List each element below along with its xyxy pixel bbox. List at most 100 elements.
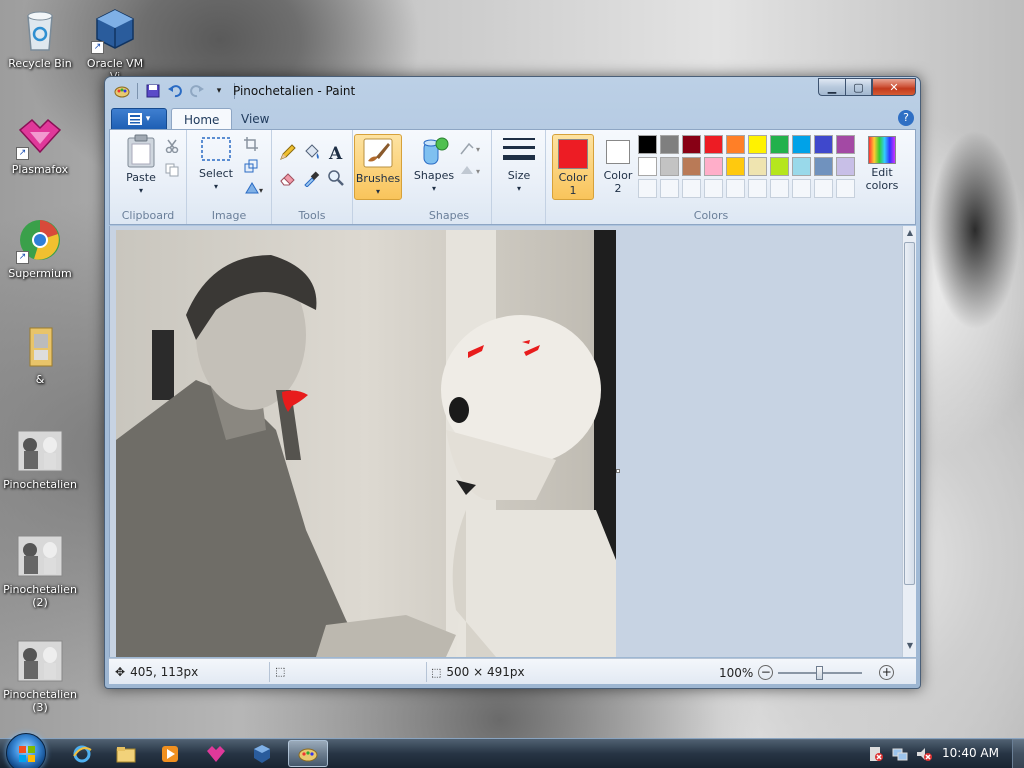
color-picker-icon[interactable] xyxy=(302,168,322,188)
customize-toolbar-icon[interactable]: ▾ xyxy=(210,82,228,100)
palette-swatch[interactable] xyxy=(814,135,833,154)
palette-swatch[interactable] xyxy=(792,135,811,154)
palette-swatch[interactable] xyxy=(748,157,767,176)
palette-swatch[interactable] xyxy=(814,157,833,176)
desktop-icon-virtualbox[interactable]: ↗ Oracle VM Vi xyxy=(75,6,155,83)
palette-swatch[interactable] xyxy=(792,157,811,176)
palette-swatch-custom[interactable] xyxy=(814,179,833,198)
palette-swatch[interactable] xyxy=(836,157,855,176)
palette-swatch-custom[interactable] xyxy=(660,179,679,198)
palette-swatch[interactable] xyxy=(638,157,657,176)
taskbar-clock[interactable]: 10:40 AM xyxy=(942,746,999,760)
palette-swatch[interactable] xyxy=(770,157,789,176)
desktop-icon-folder[interactable]: & xyxy=(0,322,80,386)
palette-swatch[interactable] xyxy=(770,135,789,154)
text-icon[interactable]: A xyxy=(326,142,346,162)
pencil-icon[interactable] xyxy=(278,142,298,162)
magnifier-icon[interactable] xyxy=(326,168,346,188)
redo-icon[interactable] xyxy=(188,82,206,100)
paint-menu-button[interactable]: ▾ xyxy=(111,108,167,130)
save-icon[interactable] xyxy=(144,82,162,100)
status-bar: ✥ 405, 113px ⬚ ⬚ 500 × 491px 100% − + xyxy=(109,658,916,684)
palette-swatch[interactable] xyxy=(660,157,679,176)
taskbar-explorer[interactable] xyxy=(106,740,146,767)
palette-swatch-custom[interactable] xyxy=(726,179,745,198)
edit-colors-button[interactable]: Edit colors xyxy=(862,134,902,200)
color1-button[interactable]: Color 1 xyxy=(552,134,594,200)
media-player-icon xyxy=(162,745,178,762)
maximize-button[interactable]: ▢ xyxy=(845,78,872,96)
desktop-icon-image-file[interactable]: Pinochetalien (2) xyxy=(0,532,80,609)
select-button[interactable]: Select ▾ xyxy=(195,134,237,200)
taskbar-virtualbox[interactable] xyxy=(242,740,282,767)
undo-icon[interactable] xyxy=(166,82,184,100)
scroll-up-icon[interactable]: ▲ xyxy=(903,228,917,242)
palette-swatch-custom[interactable] xyxy=(638,179,657,198)
palette-swatch[interactable] xyxy=(660,135,679,154)
desktop-icon-image-file[interactable]: Pinochetalien (3) xyxy=(0,637,80,714)
palette-swatch[interactable] xyxy=(682,135,701,154)
zoom-slider[interactable] xyxy=(778,665,863,680)
outline-icon[interactable]: ▾ xyxy=(457,138,487,158)
minimize-button[interactable]: ▁ xyxy=(818,78,845,96)
network-icon[interactable] xyxy=(892,746,908,762)
palette-swatch[interactable] xyxy=(638,135,657,154)
help-icon[interactable]: ? xyxy=(898,110,914,126)
desktop-icon-recycle-bin[interactable]: Recycle Bin xyxy=(0,6,80,70)
tab-view[interactable]: View xyxy=(229,108,281,130)
zoom-in-icon[interactable]: + xyxy=(879,665,895,680)
palette-swatch[interactable] xyxy=(704,157,723,176)
canvas-resize-handle[interactable] xyxy=(616,469,620,473)
palette-swatch[interactable] xyxy=(748,135,767,154)
desktop-icon-supermium[interactable]: ↗ Supermium xyxy=(0,216,80,280)
palette-swatch-custom[interactable] xyxy=(836,179,855,198)
group-clipboard: Paste ▾ Clipboard xyxy=(110,130,187,224)
copy-icon[interactable] xyxy=(162,160,182,180)
fill-icon[interactable] xyxy=(302,142,322,162)
vertical-scrollbar[interactable]: ▲ ▼ xyxy=(902,226,916,657)
taskbar-paint[interactable] xyxy=(288,740,328,767)
scrollbar-thumb[interactable] xyxy=(904,242,915,585)
taskbar-plasmafox[interactable] xyxy=(196,740,236,767)
palette-swatch[interactable] xyxy=(682,157,701,176)
scroll-down-icon[interactable]: ▼ xyxy=(903,641,917,655)
select-rectangle-icon xyxy=(201,137,231,161)
paste-button[interactable]: Paste ▾ xyxy=(118,134,164,200)
crop-icon[interactable] xyxy=(241,134,261,154)
palette-swatch-custom[interactable] xyxy=(792,179,811,198)
cut-icon[interactable] xyxy=(162,136,182,156)
zoom-thumb[interactable] xyxy=(816,665,824,680)
paint-app-icon[interactable] xyxy=(113,82,131,100)
drawing-canvas[interactable] xyxy=(116,230,616,657)
size-button[interactable]: Size ▾ xyxy=(500,134,538,200)
palette-swatch-custom[interactable] xyxy=(770,179,789,198)
shapes-button[interactable]: Shapes ▾ xyxy=(411,134,457,200)
taskbar-media-player[interactable] xyxy=(150,740,190,767)
taskbar-internet-explorer[interactable] xyxy=(62,740,102,767)
start-button[interactable] xyxy=(6,733,46,768)
rotate-icon[interactable]: ▾ xyxy=(241,178,269,198)
shortcut-arrow-icon: ↗ xyxy=(16,147,29,160)
desktop-icon-plasmafox[interactable]: ↗ Plasmafox xyxy=(0,112,80,176)
palette-swatch[interactable] xyxy=(836,135,855,154)
zoom-out-icon[interactable]: − xyxy=(758,665,774,680)
close-button[interactable]: ✕ xyxy=(872,78,916,96)
fill-shape-icon[interactable]: ▾ xyxy=(457,160,487,180)
palette-swatch-custom[interactable] xyxy=(682,179,701,198)
palette-swatch-custom[interactable] xyxy=(704,179,723,198)
color2-button[interactable]: Color 2 xyxy=(598,134,638,200)
volume-muted-icon[interactable] xyxy=(916,746,932,762)
palette-swatch[interactable] xyxy=(726,157,745,176)
desktop-icon-image-file[interactable]: Pinochetalien xyxy=(0,427,80,491)
show-desktop-button[interactable] xyxy=(1012,739,1024,768)
tab-home[interactable]: Home xyxy=(171,108,233,130)
resize-icon[interactable] xyxy=(241,156,261,176)
palette-swatch[interactable] xyxy=(726,135,745,154)
eraser-icon[interactable] xyxy=(278,168,298,188)
explorer-icon xyxy=(116,746,136,762)
palette-swatch-custom[interactable] xyxy=(748,179,767,198)
action-center-icon[interactable] xyxy=(868,746,884,762)
title-bar[interactable]: ▾ Pinochetalien - Paint ▁ ▢ ✕ xyxy=(105,77,920,105)
palette-swatch[interactable] xyxy=(704,135,723,154)
brushes-button[interactable]: Brushes ▾ xyxy=(354,134,402,200)
